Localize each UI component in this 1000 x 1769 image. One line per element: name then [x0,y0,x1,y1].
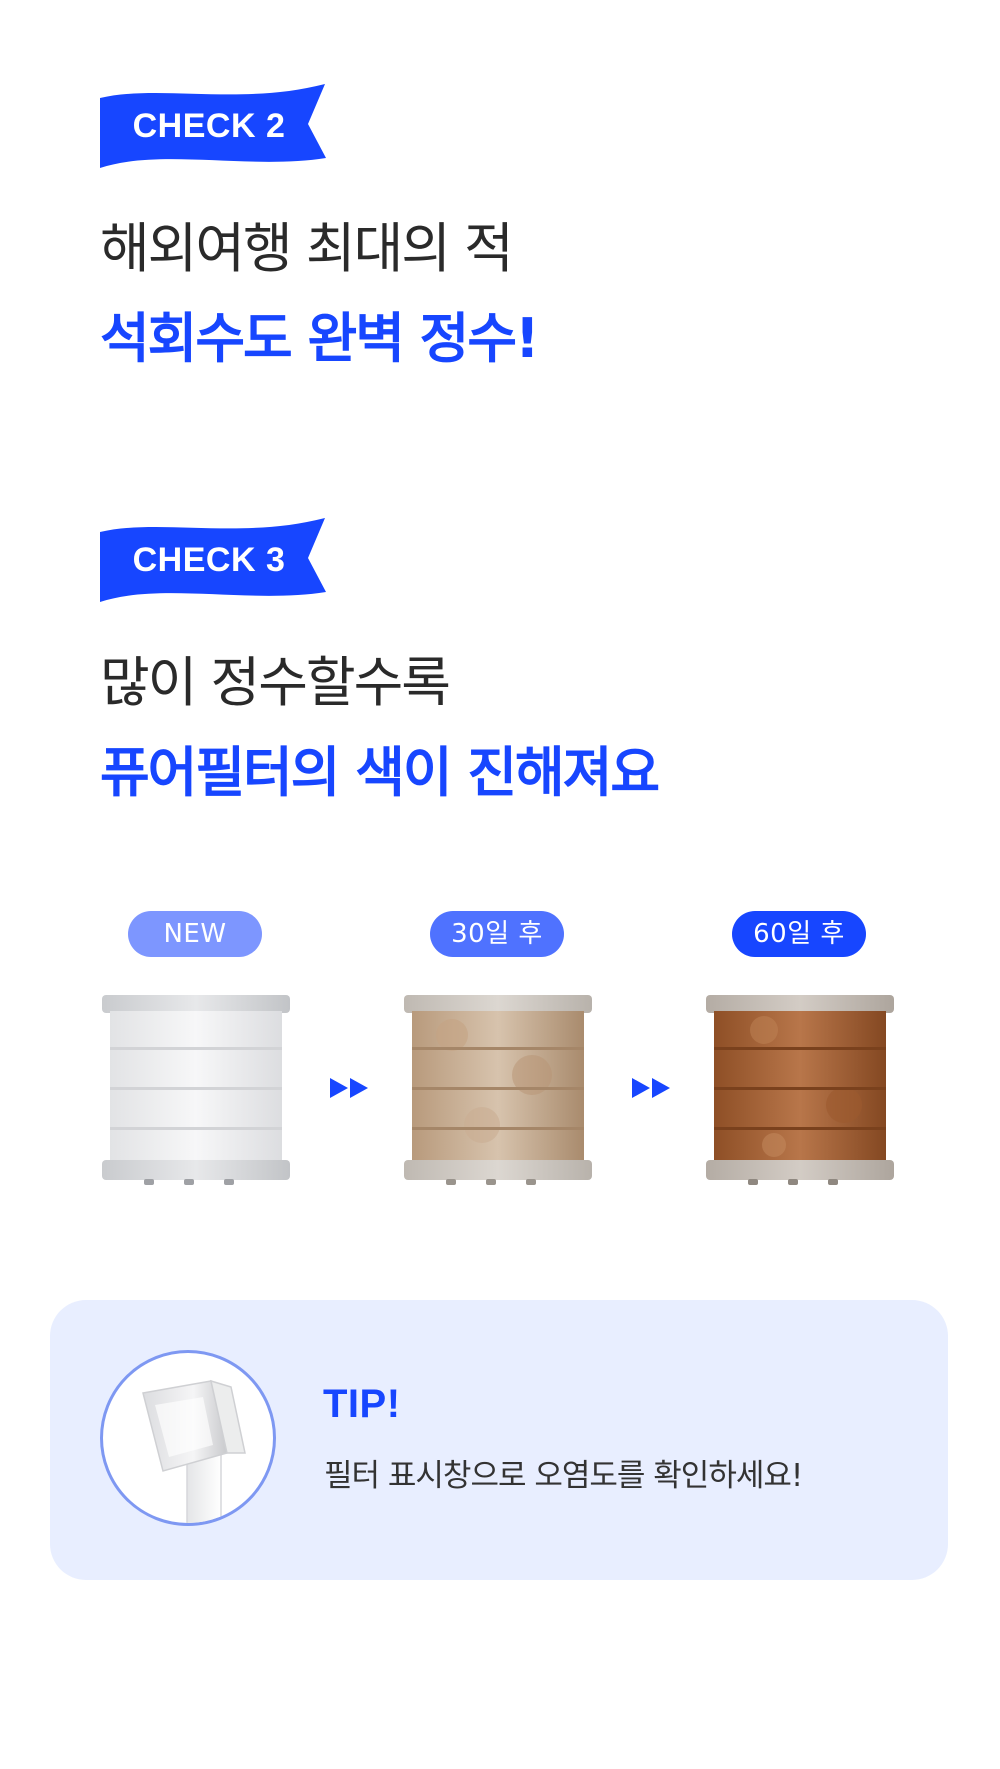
double-arrow-icon [330,1078,368,1098]
rusty-filter-icon [706,995,894,1185]
check-3-label: CHECK 3 [132,541,286,579]
check-3-badge: CHECK 3 [100,518,328,602]
double-arrow-icon [632,1078,670,1098]
filter-stage-new: NEW [100,905,300,1205]
shower-head-illustration [142,1379,246,1523]
shower-head-filter-window-icon [100,1350,276,1526]
stained-filter-icon [404,995,592,1185]
filter-stage-30-days: 30일 후 [402,905,602,1205]
filter-stage-60-days: 60일 후 [704,905,904,1205]
clean-filter-icon [102,995,290,1185]
tip-card: TIP! 필터 표시창으로 오염도를 확인하세요! [50,1300,948,1580]
check-2-label: CHECK 2 [132,107,286,145]
check-2-headline-line1: 해외여행 최대의 적 [100,217,514,280]
check-3-headline-line1: 많이 정수할수록 [100,651,451,714]
stage-label-new: NEW [128,911,262,957]
tip-title: TIP! [323,1382,401,1426]
check-2-badge: CHECK 2 [100,84,328,168]
check-3-headline-line2: 퓨어필터의 색이 진해져요 [100,741,660,804]
check-2-headline-line2: 석회수도 완벽 정수! [100,307,540,370]
tip-text: 필터 표시창으로 오염도를 확인하세요! [324,1458,803,1494]
stage-label-60-days: 60일 후 [732,911,866,957]
stage-label-30-days: 30일 후 [430,911,564,957]
